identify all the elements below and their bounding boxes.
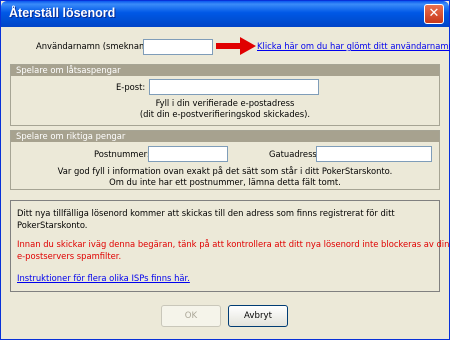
ok-button[interactable]: OK xyxy=(161,305,221,327)
dialog-window: Återställ lösenord ✕ Användarnamn (smekn… xyxy=(0,0,450,340)
email-hint-2: (dit din e-postverifieringskod skickades… xyxy=(139,109,311,119)
real-money-group: Spelare om riktiga pengar Postnummer: Ga… xyxy=(10,130,440,190)
info-line-1: Ditt nya tillfälliga lösenord kommer att… xyxy=(17,208,395,218)
email-input[interactable] xyxy=(149,79,319,95)
dialog-content: Användarnamn (smeknamn): Klicka här om d… xyxy=(4,27,450,337)
close-icon[interactable]: ✕ xyxy=(424,4,444,24)
cancel-button[interactable]: Avbryt xyxy=(228,305,288,327)
email-hint-1: Fyll i din verifierade e-postadress xyxy=(155,98,295,108)
username-label: Användarnamn (smeknamn): xyxy=(36,41,159,51)
real-money-hint-1: Var god fyll i information ovan exakt på… xyxy=(57,166,393,176)
window-title: Återställ lösenord xyxy=(9,6,116,20)
street-input[interactable] xyxy=(316,146,432,162)
info-line-2: PokerStarskonto. xyxy=(17,220,88,230)
postal-input[interactable] xyxy=(148,146,228,162)
spam-warning-1: Innan du skickar iväg denna begäran, tän… xyxy=(17,239,450,249)
real-money-header: Spelare om riktiga pengar xyxy=(11,131,439,142)
spam-warning-2: e-postservers spamfilter. xyxy=(17,251,122,261)
isp-instructions-link[interactable]: Instruktioner för flera olika ISPs finns… xyxy=(17,273,190,283)
username-input[interactable] xyxy=(143,39,213,55)
email-label: E-post: xyxy=(116,82,146,92)
title-bar[interactable]: Återställ lösenord ✕ xyxy=(1,1,449,27)
postal-label: Postnummer: xyxy=(94,149,150,159)
real-money-hint-2: Om du inte har ett postnummer, lämna det… xyxy=(109,177,341,187)
street-label: Gatuadress: xyxy=(269,149,320,159)
play-money-header: Spelare om låtsaspengar xyxy=(11,65,439,76)
red-arrow-icon xyxy=(216,37,256,55)
info-panel: Ditt nya tillfälliga lösenord kommer att… xyxy=(10,200,449,292)
forgot-username-link[interactable]: Klicka här om du har glömt ditt användar… xyxy=(257,41,450,51)
play-money-group: Spelare om låtsaspengar E-post: Fyll i d… xyxy=(10,64,440,126)
